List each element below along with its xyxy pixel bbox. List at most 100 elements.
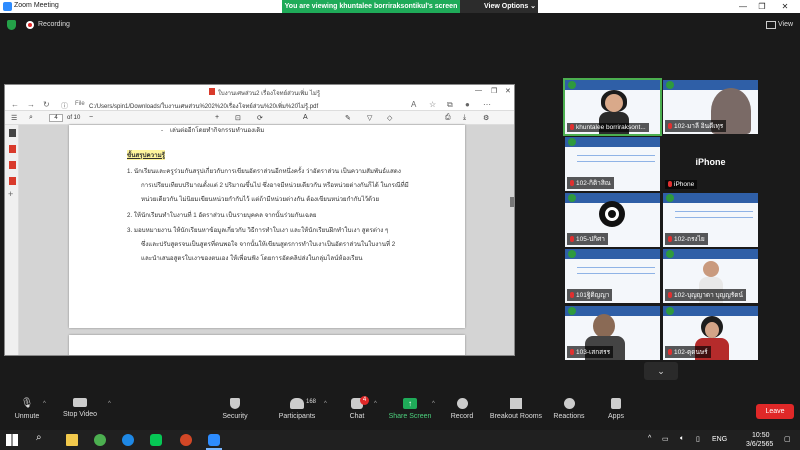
participant-tile[interactable]: iPhone iPhone bbox=[663, 137, 758, 191]
info-icon[interactable]: ⓘ bbox=[61, 101, 68, 111]
participant-tile[interactable]: 103-เสกสรร bbox=[565, 306, 660, 360]
mic-muted-icon bbox=[570, 124, 574, 131]
save-icon[interactable]: ⤓ bbox=[463, 114, 466, 122]
video-caret-icon[interactable]: ^ bbox=[108, 401, 111, 407]
participant-tile[interactable]: 102-บุญญาดา บุญญรัตน์ bbox=[663, 249, 758, 303]
minimize-button[interactable]: — bbox=[736, 1, 750, 12]
clock-time[interactable]: 10:50 bbox=[752, 432, 770, 439]
audio-caret-icon[interactable]: ^ bbox=[43, 401, 46, 407]
favorite-star-icon[interactable]: ☆ bbox=[429, 100, 436, 109]
chrome-icon[interactable] bbox=[94, 434, 106, 446]
mic-muted-icon bbox=[668, 349, 672, 356]
add-icon[interactable]: + bbox=[8, 189, 13, 199]
forward-arrow-icon[interactable]: → bbox=[27, 100, 35, 109]
participant-tile[interactable]: 102-กิติาสิณ bbox=[565, 137, 660, 191]
view-options-button[interactable]: View Options ⌄ bbox=[460, 0, 538, 13]
grid-view-icon[interactable] bbox=[766, 21, 776, 29]
security-button[interactable]: Security bbox=[216, 392, 254, 428]
read-aloud-icon[interactable]: A bbox=[411, 100, 416, 109]
highlight-icon[interactable]: ▽ bbox=[367, 114, 372, 122]
search-icon[interactable]: ⌕ bbox=[29, 114, 33, 122]
line-app-icon[interactable] bbox=[150, 434, 162, 446]
clock-date[interactable]: 3/6/2565 bbox=[746, 441, 773, 448]
breakout-rooms-button[interactable]: Breakout Rooms bbox=[488, 392, 544, 428]
browser-close-icon[interactable]: ✕ bbox=[505, 87, 511, 95]
stop-video-button[interactable]: Stop Video bbox=[58, 392, 102, 428]
collections-icon[interactable]: ⧉ bbox=[447, 100, 453, 110]
pdf-tab-icon[interactable] bbox=[9, 177, 16, 185]
view-label[interactable]: View bbox=[778, 21, 793, 28]
contents-icon[interactable]: ☰ bbox=[11, 114, 17, 122]
participant-name: 103-เสกสรร bbox=[567, 346, 614, 358]
tray-overflow-icon[interactable]: ^ bbox=[648, 435, 651, 442]
url-field[interactable]: C:/Users/spin1/Downloads/ใบงานเศษส่วน%20… bbox=[89, 101, 318, 111]
close-button[interactable]: ✕ bbox=[778, 1, 792, 12]
language-indicator[interactable]: ENG bbox=[712, 436, 727, 443]
participant-tile[interactable]: 105-ปกิศา bbox=[565, 193, 660, 247]
browser-minimize-icon[interactable]: — bbox=[475, 87, 482, 94]
reload-icon[interactable]: ↻ bbox=[43, 100, 50, 109]
zoom-in-icon[interactable]: + bbox=[215, 114, 219, 121]
profile-icon[interactable]: ● bbox=[465, 100, 470, 109]
zoom-out-icon[interactable]: − bbox=[89, 114, 93, 121]
zoom-app-icon bbox=[3, 2, 12, 11]
encryption-shield-icon[interactable] bbox=[7, 20, 16, 30]
windows-taskbar: ⌕ ^ ▭ 🔈︎ ▯ ENG 10:50 3/6/2565 ▢ bbox=[0, 430, 800, 450]
windows-start-icon[interactable] bbox=[6, 434, 18, 446]
notification-icon[interactable]: ▢ bbox=[784, 435, 791, 443]
chat-caret-icon[interactable]: ^ bbox=[374, 401, 377, 407]
powerpoint-icon[interactable] bbox=[180, 434, 192, 446]
participant-tile[interactable]: khuntalee borriraksont... bbox=[563, 78, 662, 136]
participant-tile[interactable]: 102-ตุดนษร์ bbox=[663, 306, 758, 360]
chevron-down-icon[interactable]: ⌄ bbox=[644, 362, 678, 380]
settings-gear-icon[interactable]: ⚙ bbox=[483, 114, 489, 122]
pdf-tab-icon[interactable] bbox=[9, 145, 16, 153]
thumbnail-icon[interactable] bbox=[9, 129, 16, 137]
search-icon[interactable]: ⌕ bbox=[36, 432, 48, 444]
participants-caret-icon[interactable]: ^ bbox=[324, 401, 327, 407]
maximize-button[interactable]: ❐ bbox=[755, 1, 769, 12]
file-explorer-icon[interactable] bbox=[66, 434, 78, 446]
share-caret-icon[interactable]: ^ bbox=[432, 401, 435, 407]
pdf-line: 1. นักเรียนและครูร่วมกันสรุปเกี่ยวกับการ… bbox=[127, 168, 401, 175]
reactions-button[interactable]: Reactions bbox=[552, 392, 586, 428]
meeting-toolbar: 🎙︎ Unmute ^ Stop Video ^ Security Partic… bbox=[0, 392, 800, 428]
participant-tile[interactable]: 102-มาลี อินดีเทุร bbox=[663, 80, 758, 134]
record-button[interactable]: Record bbox=[446, 392, 478, 428]
participant-video bbox=[593, 314, 615, 338]
edge-icon[interactable] bbox=[122, 434, 134, 446]
share-screen-icon: ↑ bbox=[403, 398, 417, 409]
apps-button[interactable]: Apps bbox=[604, 392, 628, 428]
participant-name: 102-มาลี อินดีเทุร bbox=[665, 120, 727, 132]
meeting-info-bar: Recording View bbox=[0, 13, 800, 37]
back-arrow-icon[interactable]: ← bbox=[11, 100, 19, 109]
page-number-input[interactable]: 4 bbox=[49, 114, 63, 122]
pdf-viewport[interactable]: - เล่นต่ออีกโดยทำกิจกรรมทำนองเดิม ขั้นสร… bbox=[19, 125, 514, 355]
rotate-icon[interactable]: ⟳ bbox=[257, 114, 263, 122]
pdf-tab-icon[interactable] bbox=[9, 161, 16, 169]
participant-face bbox=[705, 322, 719, 338]
draw-icon[interactable]: ✎ bbox=[345, 114, 351, 122]
fit-page-icon[interactable]: ⊡ bbox=[235, 114, 241, 122]
recording-label[interactable]: Recording bbox=[38, 21, 70, 28]
read-aloud-pdf-icon[interactable]: A bbox=[303, 114, 308, 121]
more-menu-icon[interactable]: ⋯ bbox=[483, 100, 491, 109]
browser-maximize-icon[interactable]: ❐ bbox=[491, 87, 497, 95]
erase-icon[interactable]: ◇ bbox=[387, 114, 392, 122]
share-screen-button[interactable]: ↑ Share Screen bbox=[386, 392, 434, 428]
participants-button[interactable]: Participants bbox=[274, 392, 320, 428]
leave-button[interactable]: Leave bbox=[756, 404, 794, 419]
participant-name: 102-ถรงไย bbox=[665, 233, 708, 245]
battery-icon[interactable]: ▯ bbox=[696, 435, 700, 443]
pdf-scrollbar[interactable] bbox=[510, 197, 514, 207]
print-icon[interactable]: ⎙ bbox=[445, 114, 451, 122]
network-icon[interactable]: ▭ bbox=[662, 435, 669, 443]
zoom-taskbar-icon[interactable] bbox=[208, 434, 220, 446]
mic-muted-icon bbox=[668, 123, 672, 130]
participant-tile[interactable]: 102-ถรงไย bbox=[663, 193, 758, 247]
unmute-button[interactable]: 🎙︎ Unmute bbox=[8, 392, 46, 428]
reactions-smiley-icon bbox=[563, 398, 575, 409]
volume-icon[interactable]: 🔈︎ bbox=[680, 435, 684, 443]
participant-video bbox=[703, 261, 719, 277]
participant-tile[interactable]: 101ฐิติญญา bbox=[565, 249, 660, 303]
